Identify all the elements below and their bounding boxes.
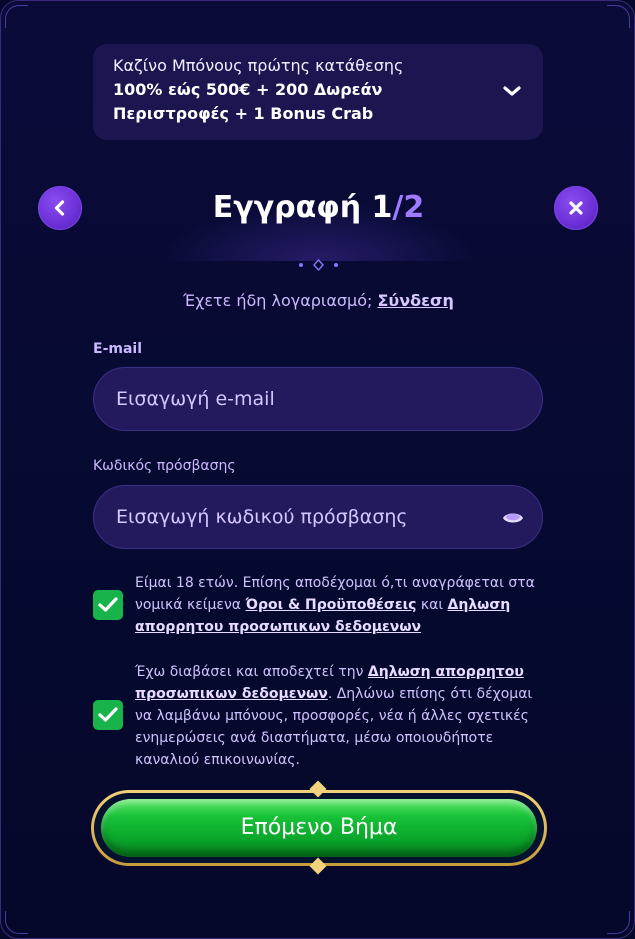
title-step: Εγγραφή 1 xyxy=(212,190,393,225)
login-prompt: Έχετε ήδη λογαριασμό; Σύνδεση xyxy=(1,289,635,313)
registration-modal: Καζίνο Μπόνους πρώτης κατάθεσης 100% εώς… xyxy=(0,0,635,939)
close-button[interactable] xyxy=(554,186,598,230)
password-label: Κωδικός πρόσβασης xyxy=(93,458,236,474)
login-link[interactable]: Σύνδεση xyxy=(377,291,453,310)
close-icon xyxy=(569,201,583,215)
terms-link[interactable]: Όροι & Προϋποθέσεις xyxy=(246,597,417,613)
email-label: E-mail xyxy=(93,341,143,357)
password-field[interactable] xyxy=(93,485,543,549)
frame-corner xyxy=(5,911,28,934)
next-step-frame: Επόμενο Βήμα xyxy=(91,790,547,866)
next-step-inner: Επόμενο Βήμα xyxy=(94,793,544,863)
email-field[interactable] xyxy=(93,367,543,431)
chevron-down-icon[interactable] xyxy=(501,80,523,102)
title-slash: / xyxy=(392,190,404,225)
consent-text: και xyxy=(416,597,448,613)
frame-corner xyxy=(607,911,630,934)
frame-corner xyxy=(5,5,28,28)
consent-text: Έχω διαβάσει και αποδεχτεί την xyxy=(135,664,368,680)
login-prompt-text: Έχετε ήδη λογαριασμό; xyxy=(183,291,378,310)
page-title: Εγγραφή 1/2 xyxy=(1,187,635,229)
bonus-dropdown[interactable]: Καζίνο Μπόνους πρώτης κατάθεσης 100% εώς… xyxy=(93,44,543,140)
title-total: 2 xyxy=(403,190,425,225)
checkmark-icon xyxy=(98,707,118,722)
bonus-title: Καζίνο Μπόνους πρώτης κατάθεσης xyxy=(113,56,404,75)
terms-checkbox[interactable] xyxy=(93,590,123,620)
eye-icon[interactable] xyxy=(501,506,525,530)
marketing-checkbox[interactable] xyxy=(93,700,123,730)
title-divider xyxy=(101,258,536,272)
bonus-offer: 100% εώς 500€ + 200 Δωρεάν Περιστροφές +… xyxy=(113,80,383,123)
marketing-consent-text: Έχω διαβάσει και αποδεχτεί την Δηλωση απ… xyxy=(135,661,535,771)
checkmark-icon xyxy=(98,597,118,612)
next-step-button[interactable]: Επόμενο Βήμα xyxy=(101,799,537,857)
frame-corner xyxy=(607,5,630,28)
terms-consent-text: Είμαι 18 ετών. Επίσης αποδέχομαι ό,τι αν… xyxy=(135,572,535,638)
